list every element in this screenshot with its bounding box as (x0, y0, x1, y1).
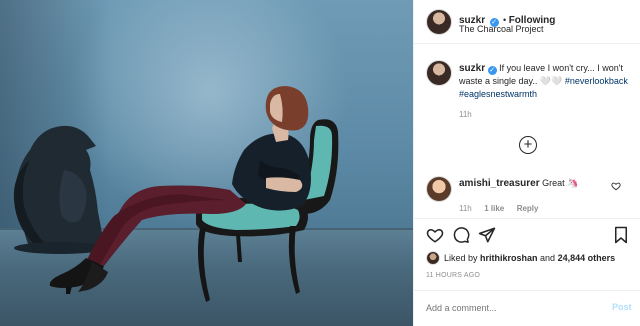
comment-emoji: 🦄 (567, 178, 579, 188)
comment-time: 11h (459, 204, 472, 213)
caption-username[interactable]: suzkr (459, 63, 485, 74)
post-header: suzkr ✓ • Following The Charcoal Project (414, 0, 640, 44)
liker-avatar[interactable] (426, 251, 440, 265)
post-sidebar: suzkr ✓ • Following The Charcoal Project… (413, 0, 640, 326)
likes-prefix: Liked by (444, 253, 481, 263)
heart-icon (611, 182, 621, 191)
like-button[interactable] (426, 226, 444, 244)
location-link[interactable]: The Charcoal Project (459, 24, 544, 34)
likes-summary: Liked by hrithikroshan and 24,844 others (444, 253, 615, 263)
post-timestamp[interactable]: 11 HOURS AGO (426, 272, 480, 279)
comment: amishi_treasurer Great 🦄 (459, 178, 578, 189)
caption-emoji: 🤍🤍 (539, 76, 563, 86)
instagram-post-modal: suzkr ✓ • Following The Charcoal Project… (0, 0, 640, 326)
likes-count[interactable]: 24,844 others (558, 253, 616, 263)
send-icon (478, 227, 496, 243)
comment-like-button[interactable] (611, 178, 621, 196)
load-more-comments-button[interactable]: + (519, 136, 537, 154)
heart-icon (426, 228, 444, 243)
comment-meta: 11h 1 like Reply (459, 198, 538, 216)
caption: suzkr ✓ If you leave I won't cry... I wo… (459, 62, 631, 101)
comment-likes[interactable]: 1 like (484, 204, 504, 213)
comment-icon (453, 227, 470, 243)
caption-avatar[interactable] (426, 60, 452, 86)
commenter-avatar[interactable] (426, 176, 452, 202)
comment-text: Great (542, 178, 565, 188)
caption-time: 11h (459, 110, 472, 119)
verified-icon: ✓ (487, 66, 497, 75)
post-comment-button[interactable]: Post (612, 302, 632, 312)
avatar[interactable] (426, 9, 452, 35)
liker-username[interactable]: hrithikroshan (480, 253, 538, 263)
composer-divider (414, 290, 640, 291)
bookmark-icon (615, 226, 627, 244)
save-button[interactable] (613, 226, 629, 244)
reply-button[interactable]: Reply (517, 204, 539, 213)
likes-mid: and (537, 253, 558, 263)
model-in-chair (49, 86, 339, 302)
comment-input[interactable] (426, 300, 596, 316)
comment-username[interactable]: amishi_treasurer (459, 178, 540, 189)
actions-divider (414, 218, 640, 219)
comment-button[interactable] (452, 226, 470, 244)
post-photo[interactable] (0, 0, 413, 326)
share-button[interactable] (478, 226, 496, 244)
